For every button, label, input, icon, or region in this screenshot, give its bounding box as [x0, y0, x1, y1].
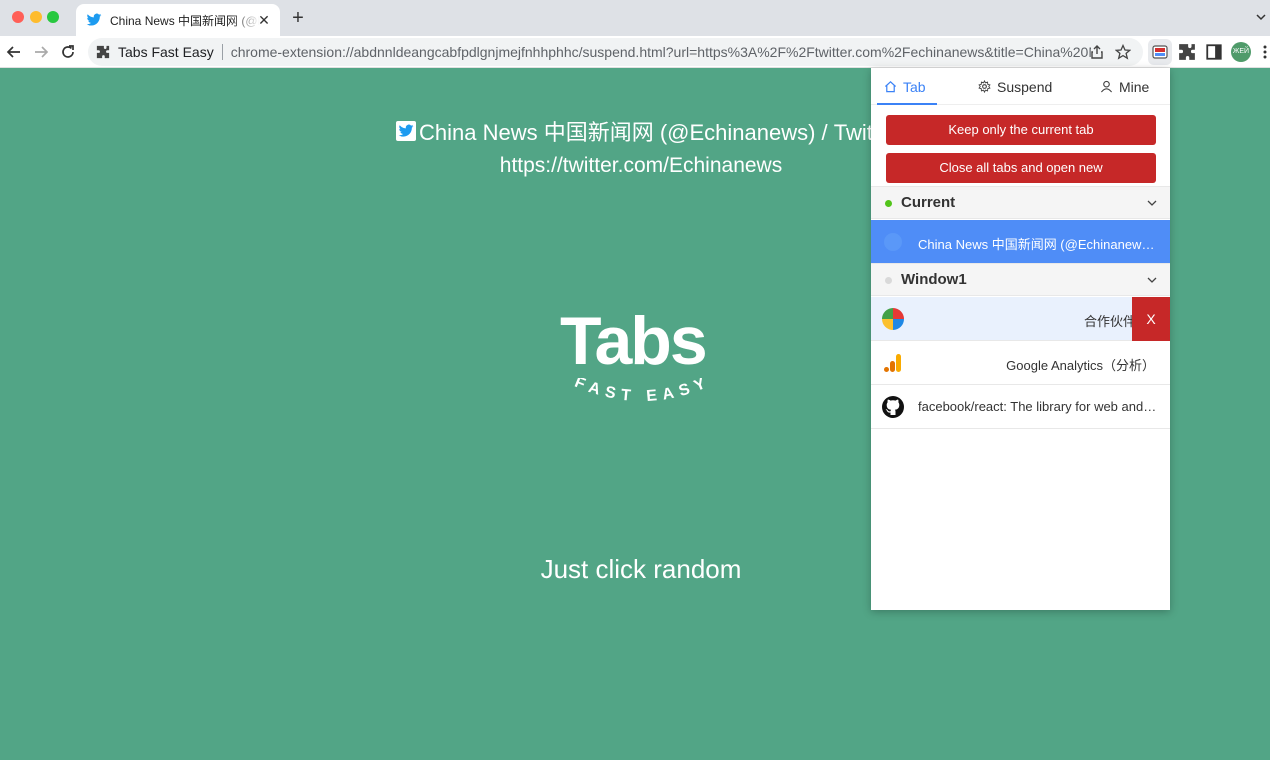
forward-arrow-icon[interactable]	[32, 43, 50, 61]
current-status-dot	[885, 200, 892, 207]
back-arrow-icon[interactable]	[5, 43, 23, 61]
address-bar-divider	[221, 44, 223, 60]
tab-row-title: 合作伙伴	[1083, 314, 1136, 329]
puzzle-icon	[96, 45, 110, 59]
home-icon	[884, 81, 897, 93]
github-icon	[882, 396, 904, 418]
keep-only-current-tab-button[interactable]: Keep only the current tab	[886, 115, 1156, 145]
microsoft-icon	[882, 308, 904, 330]
tabs-fast-easy-extension-button[interactable]	[1148, 39, 1172, 65]
tab-tab-label: Tab	[903, 78, 926, 95]
tab-row-title: facebook/react: The library for web and …	[918, 399, 1158, 414]
tab-row-title: Google Analytics（分析）	[1006, 358, 1155, 373]
close-tab-button[interactable]: X	[1132, 297, 1170, 341]
window1-status-dot	[885, 277, 892, 284]
svg-text:FAST EASY: FAST EASY	[572, 378, 713, 405]
tab-row-google-analytics[interactable]: Google Analytics（分析）	[871, 341, 1170, 385]
tab-suspend[interactable]: Suspend	[978, 68, 1052, 105]
group-header-current[interactable]: Current	[871, 186, 1170, 219]
chevron-down-icon[interactable]	[1146, 197, 1158, 209]
address-bar-url: chrome-extension://abdnnldeangcabfpdlgnj…	[230, 44, 1091, 60]
group-title-current: Current	[901, 194, 956, 211]
browser-tab-strip: China News 中国新闻网 (@Echinanews) / Twitter…	[0, 0, 1270, 36]
tab-mine-label: Mine	[1119, 78, 1150, 95]
address-bar-site-label: Tabs Fast Easy	[118, 44, 214, 60]
logo-wordmark: Tabs	[560, 303, 708, 379]
group-header-window1[interactable]: Window1	[871, 263, 1170, 296]
logo-tagline: FAST EASY	[572, 378, 713, 405]
tab-suspend-label: Suspend	[997, 78, 1053, 95]
twitter-icon	[396, 121, 416, 141]
browser-tab-title: China News 中国新闻网 (@Echinanews) / Twitter	[110, 13, 260, 28]
address-bar[interactable]: Tabs Fast Easy chrome-extension://abdnnl…	[88, 38, 1143, 66]
extension-popup: Tab Suspend Mine Keep only the current t…	[871, 68, 1170, 610]
side-panel-icon[interactable]	[1205, 43, 1223, 61]
tab-mine[interactable]: Mine	[1100, 68, 1149, 105]
bookmark-star-icon[interactable]	[1115, 44, 1131, 60]
window-zoom-button[interactable]	[47, 11, 59, 23]
twitter-icon	[884, 233, 902, 251]
suspended-page-title: China News 中国新闻网 (@Echinanews) / Twitter	[396, 115, 899, 147]
browser-tab-active[interactable]: China News 中国新闻网 (@Echinanews) / Twitter…	[76, 4, 280, 36]
popup-tab-bar: Tab Suspend Mine	[871, 68, 1170, 105]
window-close-button[interactable]	[12, 11, 24, 23]
user-icon	[1100, 80, 1113, 93]
group-title-window1: Window1	[901, 271, 967, 288]
more-menu-icon[interactable]	[1262, 43, 1268, 61]
tab-row-title: China News 中国新闻网 (@Echinanews) / Twitter	[918, 237, 1158, 252]
close-all-tabs-button[interactable]: Close all tabs and open new	[886, 153, 1156, 183]
tab-close-icon[interactable]: ✕	[256, 12, 272, 28]
suspended-page-title-text: China News 中国新闻网 (@Echinanews) / Twitter	[419, 120, 899, 145]
gear-icon	[978, 80, 991, 93]
analytics-icon	[884, 354, 901, 372]
reload-icon[interactable]	[59, 43, 77, 61]
chevron-down-icon[interactable]	[1146, 274, 1158, 286]
new-tab-button[interactable]: +	[289, 8, 307, 28]
active-tab-indicator	[877, 103, 937, 105]
tab-row-current[interactable]: China News 中国新闻网 (@Echinanews) / Twitter	[871, 220, 1170, 264]
window-minimize-button[interactable]	[30, 11, 42, 23]
share-icon[interactable]	[1089, 44, 1105, 60]
tab-tab[interactable]: Tab	[884, 68, 926, 105]
tabs-fast-easy-logo: Tabs FAST EASY	[556, 303, 728, 430]
tab-row-partners[interactable]: 合作伙伴 X	[871, 297, 1170, 341]
tab-search-chevron-icon[interactable]	[1254, 10, 1268, 24]
browser-toolbar: Tabs Fast Easy chrome-extension://abdnnl…	[0, 36, 1270, 68]
tab-row-github-react[interactable]: facebook/react: The library for web and …	[871, 385, 1170, 429]
tabs-extension-icon	[1152, 45, 1168, 59]
extensions-puzzle-icon[interactable]	[1178, 43, 1196, 61]
profile-avatar[interactable]: ЖЕЙ	[1231, 42, 1251, 62]
twitter-icon	[86, 13, 102, 26]
